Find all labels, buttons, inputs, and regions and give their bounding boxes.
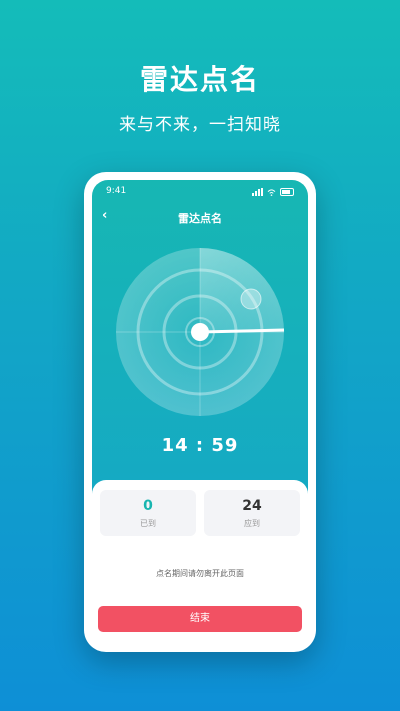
wifi-icon (267, 188, 276, 196)
signal-icon (252, 188, 263, 196)
stat-expected: 24 应到 (204, 490, 300, 536)
bottom-panel: 0 已到 24 应到 点名期间请勿离开此页面 结束 (92, 480, 308, 644)
radar-header-area: 9:41 ‹ 雷达点名 14: 59 (92, 180, 308, 500)
radar-blip-avatar (240, 288, 262, 310)
stat-arrived-label: 已到 (140, 519, 156, 528)
phone-screen: 9:41 ‹ 雷达点名 14: 59 0 已到 24 应到 点名期间请勿离开此… (92, 180, 308, 644)
radar-scanner (116, 248, 285, 416)
phone-mockup: 9:41 ‹ 雷达点名 14: 59 0 已到 24 应到 点名期间请勿离开此… (84, 172, 316, 652)
hero-title: 雷达点名 (139, 63, 260, 96)
stat-arrived-value: 0 (143, 498, 153, 514)
stat-expected-value: 24 (242, 498, 262, 514)
radar-center (191, 323, 209, 341)
notice-text: 点名期间请勿离开此页面 (156, 569, 244, 578)
end-button[interactable]: 结束 (98, 606, 302, 632)
countdown-timer: 14 : 59 (161, 435, 239, 456)
stat-expected-label: 应到 (244, 519, 260, 528)
battery-icon (280, 188, 294, 196)
nav-bar: ‹ 雷达点名 (92, 208, 308, 230)
hero-subtitle: 来与不来，一扫知晓 (119, 115, 281, 135)
status-time: 9:41 (106, 186, 127, 196)
back-icon[interactable]: ‹ (102, 208, 107, 223)
radar-sweep (200, 248, 284, 332)
status-icons (252, 188, 294, 196)
nav-title: 雷达点名 (178, 212, 222, 225)
radar-needle (199, 328, 285, 334)
attendance-stats: 0 已到 24 应到 (100, 490, 300, 536)
stat-arrived: 0 已到 (100, 490, 196, 536)
status-bar: 9:41 (92, 186, 308, 202)
